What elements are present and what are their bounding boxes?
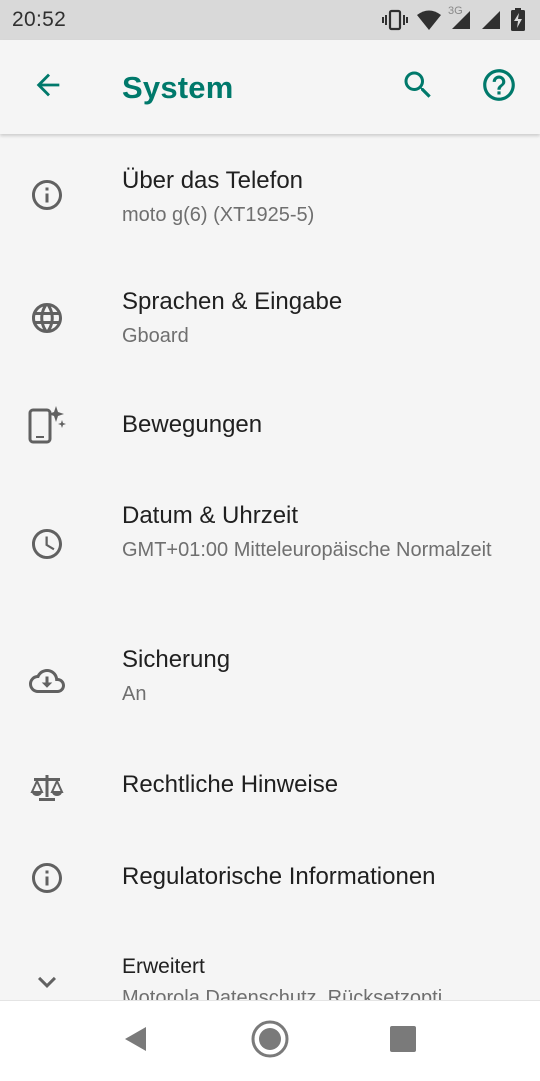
setting-subtitle: An bbox=[122, 683, 147, 705]
setting-title: Erweitert bbox=[122, 955, 205, 978]
vibrate-icon bbox=[382, 9, 408, 31]
chevron-down-icon bbox=[29, 964, 65, 1000]
nav-recents-icon bbox=[389, 1025, 417, 1058]
settings-list: Über das Telefon moto g(6) (XT1925-5) Sp… bbox=[0, 135, 540, 1000]
setting-title: Sicherung bbox=[122, 646, 231, 673]
network-type-label: 3G bbox=[448, 5, 463, 17]
setting-about-phone[interactable]: Über das Telefon moto g(6) (XT1925-5) bbox=[0, 135, 540, 256]
setting-date-time[interactable]: Datum & Uhrzeit GMT+01:00 Mitteleuropäis… bbox=[0, 479, 540, 629]
cloud-backup-icon bbox=[29, 663, 65, 699]
setting-title: Über das Telefon bbox=[122, 167, 304, 194]
setting-title: Rechtliche Hinweise bbox=[122, 771, 339, 798]
page-title: System bbox=[122, 70, 234, 105]
setting-subtitle: moto g(6) (XT1925-5) bbox=[122, 204, 315, 226]
setting-regulatory-info[interactable]: Regulatorische Informationen bbox=[0, 839, 540, 929]
help-icon bbox=[480, 66, 518, 109]
clock-icon bbox=[29, 526, 65, 562]
wifi-icon bbox=[416, 9, 442, 31]
nav-back-button[interactable] bbox=[113, 1019, 157, 1063]
nav-home-button[interactable] bbox=[248, 1019, 292, 1063]
info-icon bbox=[29, 177, 65, 213]
setting-title: Sprachen & Eingabe bbox=[122, 288, 343, 315]
setting-title: Bewegungen bbox=[122, 411, 263, 438]
globe-icon bbox=[29, 300, 65, 336]
setting-subtitle: Motorola Datenschutz, Rücksetzopti bbox=[122, 987, 443, 1000]
setting-title: Datum & Uhrzeit bbox=[122, 502, 299, 529]
search-button[interactable] bbox=[394, 63, 442, 111]
nav-back-icon bbox=[120, 1024, 150, 1059]
status-icons: 3G bbox=[382, 5, 526, 34]
setting-subtitle: GMT+01:00 Mitteleuropäische Normalzeit bbox=[122, 539, 492, 561]
cell-signal-icon: 3G bbox=[448, 5, 472, 31]
status-bar: 20:52 3G bbox=[0, 0, 540, 40]
cell-signal-icon bbox=[480, 9, 502, 31]
nav-recents-button[interactable] bbox=[381, 1019, 425, 1063]
nav-home-icon bbox=[250, 1019, 290, 1064]
setting-languages-input[interactable]: Sprachen & Eingabe Gboard bbox=[0, 256, 540, 377]
setting-title: Regulatorische Informationen bbox=[122, 863, 436, 890]
setting-backup[interactable]: Sicherung An bbox=[0, 629, 540, 749]
navigation-bar bbox=[0, 1000, 540, 1081]
info-icon bbox=[29, 860, 65, 896]
setting-legal-info[interactable]: Rechtliche Hinweise bbox=[0, 749, 540, 839]
battery-charging-icon bbox=[510, 8, 526, 32]
status-time: 20:52 bbox=[12, 8, 67, 31]
arrow-back-icon bbox=[31, 68, 65, 107]
scale-icon bbox=[29, 771, 65, 807]
back-button[interactable] bbox=[24, 63, 72, 111]
search-icon bbox=[400, 67, 436, 108]
app-bar: System bbox=[0, 40, 540, 134]
phone-gestures-icon bbox=[26, 406, 68, 444]
setting-advanced[interactable]: Erweitert Motorola Datenschutz, Rücksetz… bbox=[0, 929, 540, 1000]
setting-gestures[interactable]: Bewegungen bbox=[0, 377, 540, 479]
setting-subtitle: Gboard bbox=[122, 325, 189, 347]
help-button[interactable] bbox=[475, 63, 523, 111]
